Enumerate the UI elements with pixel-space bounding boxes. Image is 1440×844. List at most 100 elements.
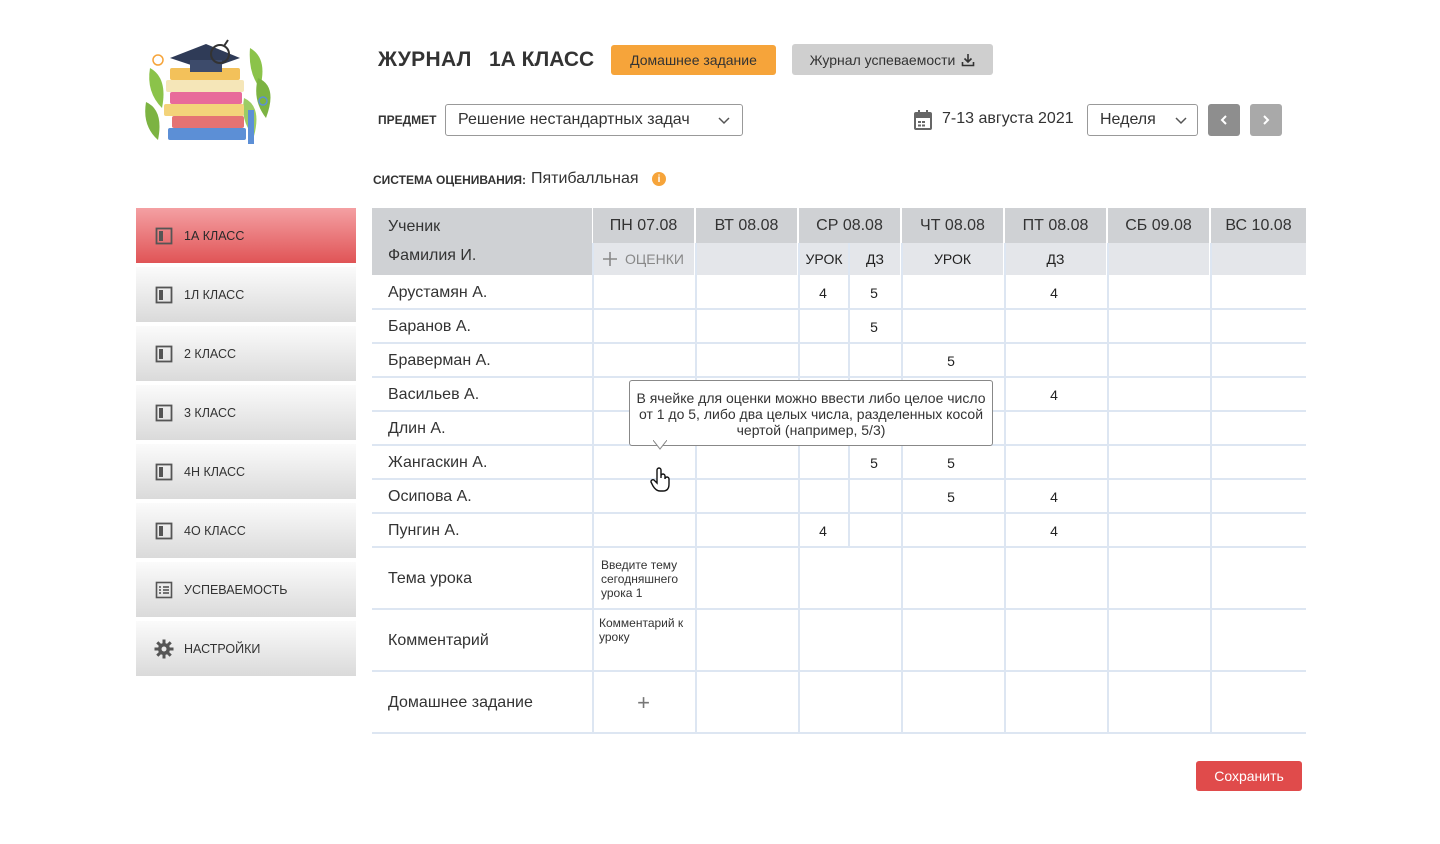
book-icon xyxy=(154,403,174,423)
book-icon xyxy=(154,344,174,364)
column-divider xyxy=(592,243,594,734)
book-icon xyxy=(154,521,174,541)
column-divider xyxy=(1107,243,1109,734)
grade-cell[interactable]: 4 xyxy=(1034,387,1074,403)
prev-week-button[interactable] xyxy=(1208,104,1240,136)
chevron-down-icon xyxy=(1175,117,1187,125)
lesson-topic-label: Тема урока xyxy=(388,570,472,587)
day-header: ПН 07.08 xyxy=(593,208,694,243)
student-name: Баранов А. xyxy=(388,318,471,335)
grading-system-value: Пятибалльная xyxy=(531,170,639,187)
grade-cell[interactable]: 5 xyxy=(854,319,894,335)
day-header: ВС 10.08 xyxy=(1211,208,1306,243)
gear-icon xyxy=(154,639,174,659)
class-name: 1А КЛАСС xyxy=(489,48,595,71)
subheader-wed-lesson: УРОК xyxy=(805,251,843,267)
grade-cell[interactable]: 5 xyxy=(854,455,894,471)
day-header: СБ 09.08 xyxy=(1108,208,1209,243)
period-value: Неделя xyxy=(1100,111,1156,128)
chevron-right-icon xyxy=(1263,115,1270,125)
journal-button-label: Журнал успеваемости xyxy=(809,51,956,68)
grade-cell[interactable]: 5 xyxy=(854,285,894,301)
column-divider xyxy=(901,243,903,734)
school-logo xyxy=(140,28,280,152)
add-homework-button[interactable]: + xyxy=(593,686,694,720)
book-icon xyxy=(154,285,174,305)
homework-label: Домашнее задание xyxy=(388,694,533,711)
grade-cell[interactable]: 5 xyxy=(931,353,971,369)
sidebar-item-label: НАСТРОЙКИ xyxy=(184,641,261,656)
comment-label: Комментарий xyxy=(388,632,489,649)
student-name: Арустамян А. xyxy=(388,284,488,301)
sidebar-item-0[interactable]: 1А КЛАСС xyxy=(136,208,356,263)
row-divider xyxy=(372,546,1306,548)
calendar-icon xyxy=(914,110,932,130)
next-week-button[interactable] xyxy=(1250,104,1282,136)
grade-input-tooltip: В ячейке для оценки можно ввести либо це… xyxy=(629,380,993,446)
sidebar-item-label: 1Л КЛАСС xyxy=(184,287,245,302)
sidebar-item-2[interactable]: 2 КЛАСС xyxy=(136,326,356,381)
chevron-down-icon xyxy=(718,117,730,125)
day-header: СР 08.08 xyxy=(799,208,900,243)
tooltip-arrow xyxy=(653,440,667,450)
add-grades-label: ОЦЕНКИ xyxy=(625,251,684,267)
grade-cell[interactable]: 4 xyxy=(803,285,843,301)
book-icon xyxy=(154,462,174,482)
sidebar-item-label: 2 КЛАСС xyxy=(184,346,237,361)
lesson-topic-input[interactable]: Введите тему сегодняшнего урока 1 xyxy=(601,558,691,600)
homework-button-label: Домашнее задание xyxy=(630,52,757,68)
sidebar-item-3[interactable]: 3 КЛАСС xyxy=(136,385,356,440)
sidebar-item-label: УСПЕВАЕМОСТЬ xyxy=(184,582,288,597)
grade-cell[interactable]: 4 xyxy=(1034,523,1074,539)
day-header: ВТ 08.08 xyxy=(696,208,797,243)
homework-button[interactable]: Домашнее задание xyxy=(611,45,776,75)
student-name: Браверман А. xyxy=(388,352,491,369)
student-name: Жангаскин А. xyxy=(388,454,488,471)
period-select[interactable]: Неделя xyxy=(1087,104,1198,136)
subheader-fri-hw: ДЗ xyxy=(1046,251,1065,267)
subheader-wed-hw: ДЗ xyxy=(866,251,884,267)
grade-cell[interactable]: 5 xyxy=(931,455,971,471)
student-column-header: Ученик Фамилия И. xyxy=(372,208,592,275)
row-divider xyxy=(372,342,1306,344)
grade-cell[interactable]: 4 xyxy=(1034,285,1074,301)
sidebar-item-label: 1А КЛАСС xyxy=(184,228,245,243)
journal-download-button[interactable]: Журнал успеваемости xyxy=(792,44,993,75)
subheader-thu-lesson: УРОК xyxy=(934,251,971,267)
row-divider xyxy=(372,670,1306,672)
row-divider xyxy=(372,512,1306,514)
sidebar-item-5[interactable]: 4О КЛАСС xyxy=(136,503,356,558)
sidebar-item-7[interactable]: НАСТРОЙКИ xyxy=(136,621,356,676)
lesson-comment-input[interactable]: Комментарий к уроку xyxy=(599,616,689,644)
column-divider xyxy=(695,243,697,734)
hand-cursor-icon xyxy=(650,467,670,492)
info-icon[interactable]: i xyxy=(652,172,666,186)
day-header: ПТ 08.08 xyxy=(1005,208,1106,243)
subject-value: Решение нестандартных задач xyxy=(458,111,690,128)
sidebar-item-label: 3 КЛАСС xyxy=(184,405,237,420)
sidebar-item-1[interactable]: 1Л КЛАСС xyxy=(136,267,356,322)
sidebar-item-4[interactable]: 4Н КЛАСС xyxy=(136,444,356,499)
page-title: ЖУРНАЛ xyxy=(378,48,472,71)
column-divider xyxy=(1210,243,1212,734)
subject-select[interactable]: Решение нестандартных задач xyxy=(445,104,743,136)
column-divider xyxy=(798,243,800,734)
row-divider xyxy=(372,308,1306,310)
student-header-subtitle: Фамилия И. xyxy=(388,247,477,264)
grade-cell[interactable]: 4 xyxy=(803,523,843,539)
student-name: Васильев А. xyxy=(388,386,480,403)
subject-label: ПРЕДМЕТ xyxy=(378,113,437,127)
student-header-title: Ученик xyxy=(388,218,441,235)
grade-cell[interactable]: 5 xyxy=(931,489,971,505)
student-name: Длин А. xyxy=(388,420,446,437)
download-icon xyxy=(962,53,975,66)
sidebar-item-label: 4Н КЛАСС xyxy=(184,464,246,479)
date-range: 7-13 августа 2021 xyxy=(942,110,1074,127)
sidebar-item-6[interactable]: УСПЕВАЕМОСТЬ xyxy=(136,562,356,617)
grade-cell[interactable]: 4 xyxy=(1034,489,1074,505)
save-button[interactable]: Сохранить xyxy=(1196,761,1302,791)
grading-system-label: СИСТЕМА ОЦЕНИВАНИЯ: xyxy=(373,173,527,187)
add-grades-button[interactable]: ОЦЕНКИ xyxy=(593,243,694,275)
sidebar: 1А КЛАСС 1Л КЛАСС 2 КЛАСС 3 КЛАСС 4Н КЛАСС 4О… xyxy=(136,208,356,680)
sidebar-item-label: 4О КЛАСС xyxy=(184,523,246,538)
